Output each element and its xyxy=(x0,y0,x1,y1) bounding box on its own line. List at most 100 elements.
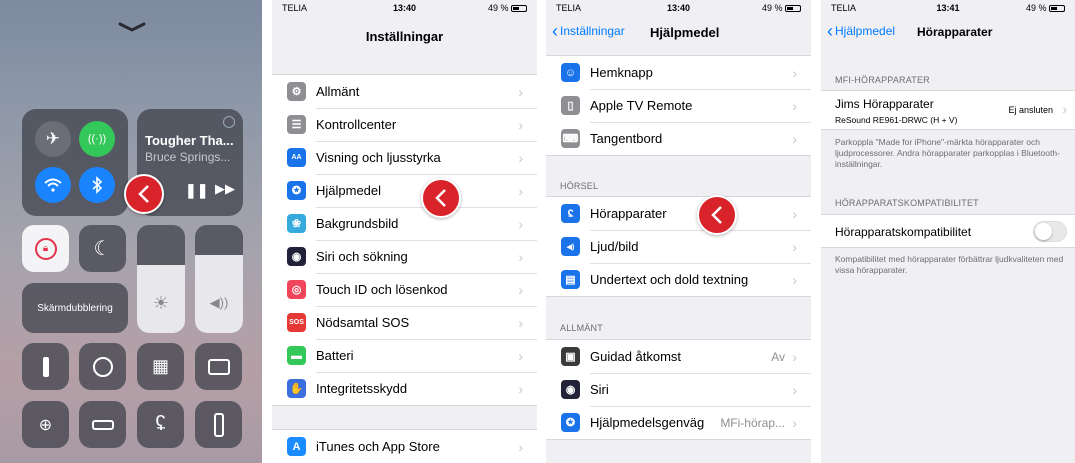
magnifier-tile[interactable]: ⊕ xyxy=(22,401,69,448)
accessibility-list-general: ▣ Guidad åtkomst Av › ◉ Siri › ✪ Hjälpmedelsgenv… xyxy=(546,339,811,440)
chevron-right-icon: › xyxy=(792,381,797,398)
rotation-lock-tile[interactable]: 🔒︎ xyxy=(22,225,69,272)
apple-tv-remote-tile[interactable] xyxy=(195,401,242,448)
hearing-tile[interactable]: ʢ xyxy=(137,401,184,448)
list-item[interactable]: ▯ Apple TV Remote › xyxy=(546,89,811,122)
chevron-right-icon: › xyxy=(792,64,797,81)
chevron-right-icon: › xyxy=(792,414,797,431)
battery-icon xyxy=(785,5,801,13)
rotation-lock-icon: 🔒︎ xyxy=(34,237,57,260)
ear-icon: ʢ xyxy=(561,204,580,223)
chevron-left-icon: ‹ xyxy=(827,21,833,41)
list-item[interactable]: ⚙ Allmänt › xyxy=(272,75,537,108)
list-item-label: Tangentbord xyxy=(590,131,663,146)
remote-icon xyxy=(213,412,224,437)
pause-icon[interactable]: ❚❚ xyxy=(185,182,208,199)
list-item[interactable]: SOS Nödsamtal SOS › xyxy=(272,306,537,339)
hearing-devices-panel: TELIA 13:41 49 % ‹ Hjälpmedel Hörapparat… xyxy=(821,0,1075,463)
list-item[interactable]: ✋ Integritetsskydd › xyxy=(272,372,537,405)
mfi-device-row[interactable]: Jims Hörapparater ReSound RE961-DRWC (H … xyxy=(821,90,1075,130)
device-model: ReSound RE961-DRWC (H + V) xyxy=(835,115,958,125)
airplay-icon[interactable] xyxy=(223,116,235,128)
toggle-knob xyxy=(1035,223,1052,240)
status-bar: TELIA 13:40 49 % xyxy=(546,3,811,17)
list-item-label: Hjälpmedelsgenväg xyxy=(590,415,705,430)
list-item[interactable]: ✪ Hjälpmedel › xyxy=(272,174,537,207)
next-track-icon[interactable]: ▶▶ xyxy=(215,181,235,197)
list-item[interactable]: ◉ Siri › xyxy=(546,373,811,406)
bluetooth-icon[interactable] xyxy=(79,167,115,203)
list-item[interactable]: ⌨ Tangentbord › xyxy=(546,122,811,155)
flower-icon: ❀ xyxy=(287,214,306,233)
accessibility-icon: ✪ xyxy=(561,413,580,432)
compat-toggle[interactable] xyxy=(1033,221,1067,242)
list-item[interactable]: ▣ Guidad åtkomst Av › xyxy=(546,340,811,373)
cellular-data-icon[interactable]: ((·)) xyxy=(79,121,115,157)
accessibility-icon: ✪ xyxy=(287,181,306,200)
page-title: Inställningar xyxy=(365,29,444,44)
chevron-right-icon: › xyxy=(518,116,523,133)
control-center-panel: ✈ ((·)) Tougher Tha... Bruce Springs... … xyxy=(0,0,262,463)
list-item-label: Allmänt xyxy=(316,84,360,99)
chevron-right-icon: › xyxy=(518,347,523,364)
battery-status: 49 % xyxy=(1026,3,1065,13)
low-power-tile[interactable] xyxy=(79,401,126,448)
list-item[interactable]: ✪ Hjälpmedelsgenväg MFi-hörap... › xyxy=(546,406,811,439)
list-item[interactable]: ◀) Ljud/bild › xyxy=(546,230,811,263)
list-item[interactable]: ʢ Hörapparater › xyxy=(546,197,811,230)
battery-icon xyxy=(91,419,114,430)
screen-mirroring-label: Skärmdubblering xyxy=(37,302,113,314)
list-item-label: Guidad åtkomst xyxy=(590,349,682,364)
list-item[interactable]: AiTunes och App Store › xyxy=(272,430,537,463)
list-item-label: Undertext och dold textning xyxy=(590,272,749,287)
back-button[interactable]: ‹ Inställningar xyxy=(552,21,625,41)
chevron-down-icon[interactable] xyxy=(118,22,146,32)
status-bar: TELIA 13:40 49 % xyxy=(272,3,537,17)
gear-icon: ⚙ xyxy=(287,82,306,101)
timer-icon xyxy=(92,356,113,377)
caption-icon: ▤ xyxy=(561,270,580,289)
list-item-label: iTunes och App Store xyxy=(316,439,440,454)
list-item-label: Kontrollcenter xyxy=(316,117,397,132)
flashlight-tile[interactable] xyxy=(22,343,69,390)
camera-tile[interactable] xyxy=(195,343,242,390)
airplane-mode-icon[interactable]: ✈ xyxy=(35,121,71,157)
chevron-right-icon: › xyxy=(518,215,523,232)
timer-tile[interactable] xyxy=(79,343,126,390)
settings-list-store: AiTunes och App Store › xyxy=(272,429,537,463)
volume-slider[interactable]: ◀)) xyxy=(195,225,243,333)
screen-mirroring-tile[interactable]: Skärmdubblering xyxy=(22,283,128,333)
device-status: Ej ansluten xyxy=(1008,105,1053,115)
battery-status: 49 % xyxy=(762,3,801,13)
back-button[interactable]: ‹ Hjälpmedel xyxy=(827,21,895,41)
list-item[interactable]: AA Visning och ljusstyrka › xyxy=(272,141,537,174)
ear-icon: ʢ xyxy=(155,413,166,435)
list-item[interactable]: ▬ Batteri › xyxy=(272,339,537,372)
brightness-slider[interactable]: ☀ xyxy=(137,225,185,333)
magnifier-icon: ⊕ xyxy=(38,416,53,434)
list-item-detail: Av xyxy=(771,349,785,364)
list-item-label: Hemknapp xyxy=(590,65,653,80)
list-item[interactable]: ◎ Touch ID och lösenkod › xyxy=(272,273,537,306)
chevron-right-icon: › xyxy=(792,205,797,222)
chevron-left-icon: ‹ xyxy=(552,21,558,41)
list-item[interactable]: ❀ Bakgrundsbild › xyxy=(272,207,537,240)
pointer-marker xyxy=(124,174,164,214)
volume-icon: ◀)) xyxy=(209,295,229,310)
list-item-label: Apple TV Remote xyxy=(590,98,693,113)
chevron-right-icon: › xyxy=(792,130,797,147)
calculator-tile[interactable]: ▦ xyxy=(137,343,184,390)
chevron-right-icon: › xyxy=(518,281,523,298)
settings-list: ⚙ Allmänt › ☰ Kontrollcenter › AA Visning och l… xyxy=(272,74,537,406)
list-item[interactable]: ☰ Kontrollcenter › xyxy=(272,108,537,141)
chevron-right-icon: › xyxy=(1062,101,1067,117)
list-item[interactable]: ▤ Undertext och dold textning › xyxy=(546,263,811,296)
list-item[interactable]: ☺ Hemknapp › xyxy=(546,56,811,89)
siri-icon: ◉ xyxy=(561,380,580,399)
list-item-label: Visning och ljusstyrka xyxy=(316,150,441,165)
chevron-right-icon: › xyxy=(518,314,523,331)
do-not-disturb-tile[interactable]: ☾ xyxy=(79,225,126,272)
now-playing-artist: Bruce Springs... xyxy=(145,150,231,164)
wifi-icon[interactable] xyxy=(35,167,71,203)
list-item[interactable]: ◉ Siri och sökning › xyxy=(272,240,537,273)
